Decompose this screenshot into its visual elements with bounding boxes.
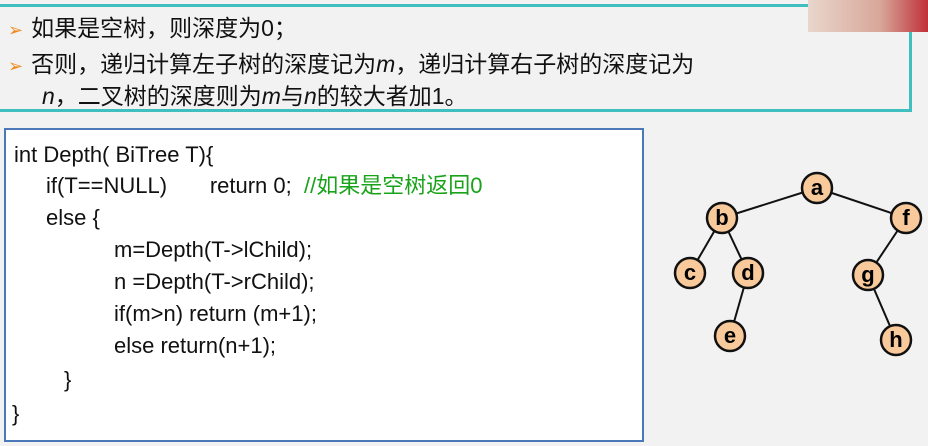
tree-node-a: a [800, 171, 834, 205]
binary-tree-diagram: a b f c d g e h [673, 171, 923, 357]
bullet-2: ➢ 否则，递归计算左子树的深度记为m，递归计算右子树的深度记为 [8, 49, 694, 81]
bullet-box: ➢ 如果是空树，则深度为0； ➢ 否则，递归计算左子树的深度记为m，递归计算右子树的… [0, 4, 912, 112]
bullet-text: 如果是空树，则深度为0； [31, 15, 297, 41]
bullet-text: ，二叉树的深度则为 [54, 83, 262, 109]
code-line: n =Depth(T->rChild); [114, 269, 315, 294]
bullet-text: 与 [280, 83, 304, 109]
tree-node-e: e [713, 319, 747, 353]
code-text: if(T==NULL) return 0; [46, 173, 292, 198]
node-label: h [889, 327, 902, 352]
node-label: b [715, 205, 728, 230]
code-box: int Depth( BiTree T){ if(T==NULL) return… [4, 128, 644, 442]
bullet-text: 的较大者加1。 [316, 83, 468, 109]
webcam-overlay [808, 0, 928, 32]
code-line: m=Depth(T->lChild); [114, 237, 313, 262]
code-line: } [64, 367, 72, 392]
code-comment: //如果是空树返回0 [303, 173, 483, 198]
tree-node-d: d [731, 256, 765, 290]
node-label: a [811, 175, 824, 200]
tree-node-c: c [673, 256, 707, 290]
tree-node-g: g [851, 258, 885, 292]
node-label: f [902, 205, 910, 230]
code-line: else { [46, 205, 100, 230]
tree-node-b: b [705, 201, 739, 235]
code-line: if(T==NULL) return 0; //如果是空树返回0 [46, 173, 482, 199]
node-label: c [684, 260, 696, 285]
bullet-1: ➢ 如果是空树，则深度为0； [8, 13, 297, 45]
code-line: int Depth( BiTree T){ [14, 142, 214, 167]
code-line: } [12, 401, 20, 426]
arrow-bullet-icon: ➢ [8, 56, 24, 76]
node-label: g [861, 262, 874, 287]
bullet-2-cont: n，二叉树的深度则为m与n的较大者加1。 [42, 81, 468, 111]
var-n: n [303, 83, 317, 109]
tree-node-f: f [889, 201, 923, 235]
node-label: e [724, 323, 736, 348]
code-line: if(m>n) return (m+1); [114, 301, 317, 326]
bullet-text: ，递归计算右子树的深度记为 [395, 51, 695, 77]
var-n: n [42, 83, 55, 109]
var-m: m [261, 83, 281, 109]
bullet-text: 否则，递归计算左子树的深度记为 [31, 51, 377, 77]
node-label: d [741, 260, 754, 285]
tree-node-h: h [879, 323, 913, 357]
code-line: else return(n+1); [114, 333, 277, 358]
arrow-bullet-icon: ➢ [8, 20, 24, 40]
var-m: m [376, 51, 396, 77]
